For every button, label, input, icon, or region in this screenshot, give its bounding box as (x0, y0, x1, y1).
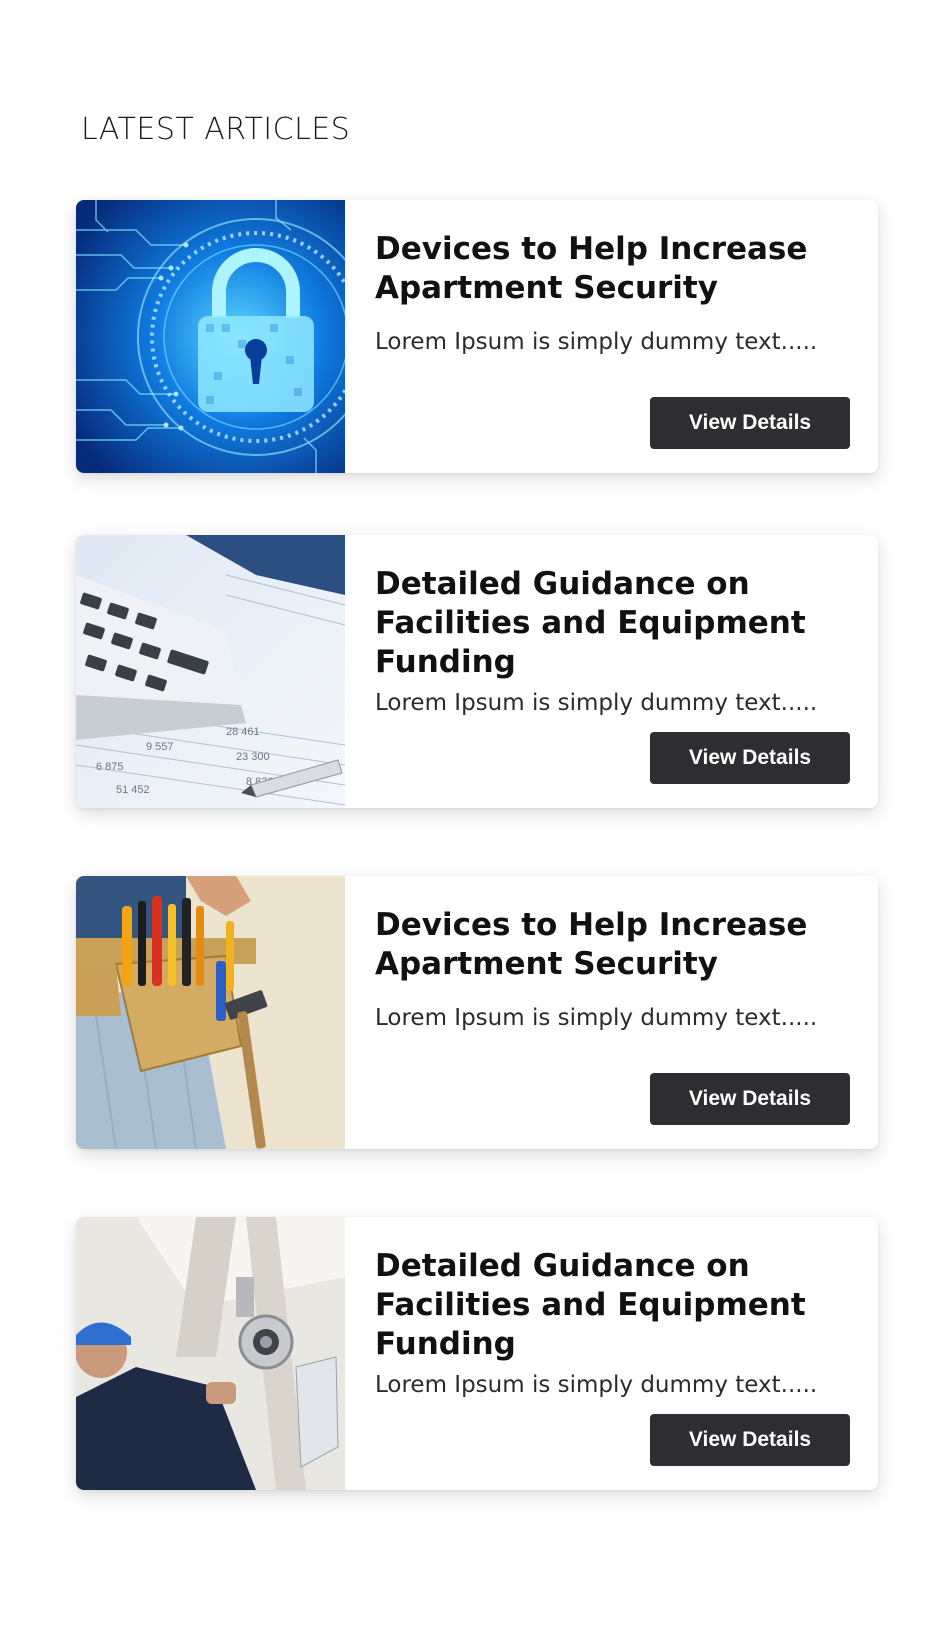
view-details-button[interactable]: View Details (650, 1414, 850, 1466)
article-card[interactable]: Detailed Guidance on Facilities and Equi… (76, 1217, 878, 1490)
article-title[interactable]: Devices to Help Increase Apartment Secur… (375, 230, 850, 308)
calculator-spreadsheet-image: 28 461 23 300 8 836 6 875 51 452 9 557 (76, 535, 345, 808)
section-title: LATEST ARTICLES (81, 112, 351, 147)
tool-belt-image (76, 876, 345, 1149)
view-details-button[interactable]: View Details (650, 1073, 850, 1125)
article-card[interactable]: Devices to Help Increase Apartment Secur… (76, 876, 878, 1149)
svg-text:23 300: 23 300 (236, 751, 270, 763)
svg-text:28 461: 28 461 (226, 726, 260, 738)
article-card[interactable]: 28 461 23 300 8 836 6 875 51 452 9 557 D… (76, 535, 878, 808)
article-body: Devices to Help Increase Apartment Secur… (375, 876, 850, 1149)
article-excerpt: Lorem Ipsum is simply dummy text..... (375, 1005, 818, 1031)
article-body: Detailed Guidance on Facilities and Equi… (375, 535, 850, 808)
article-card[interactable]: Devices to Help Increase Apartment Secur… (76, 200, 878, 473)
digital-padlock-image (76, 200, 345, 473)
article-body: Devices to Help Increase Apartment Secur… (375, 200, 850, 473)
article-title[interactable]: Detailed Guidance on Facilities and Equi… (375, 565, 850, 682)
article-title[interactable]: Detailed Guidance on Facilities and Equi… (375, 1247, 850, 1364)
article-excerpt: Lorem Ipsum is simply dummy text..... (375, 690, 818, 716)
article-image-technician[interactable] (76, 1217, 345, 1490)
svg-text:6 875: 6 875 (96, 761, 124, 773)
article-excerpt: Lorem Ipsum is simply dummy text..... (375, 1372, 818, 1398)
article-title[interactable]: Devices to Help Increase Apartment Secur… (375, 906, 850, 984)
article-body: Detailed Guidance on Facilities and Equi… (375, 1217, 850, 1490)
technician-cctv-camera-image (76, 1217, 345, 1490)
view-details-button[interactable]: View Details (650, 732, 850, 784)
article-image-toolbelt[interactable] (76, 876, 345, 1149)
article-image-calculator[interactable]: 28 461 23 300 8 836 6 875 51 452 9 557 (76, 535, 345, 808)
view-details-button[interactable]: View Details (650, 397, 850, 449)
article-excerpt: Lorem Ipsum is simply dummy text..... (375, 329, 818, 355)
svg-text:51 452: 51 452 (116, 784, 150, 796)
svg-text:9 557: 9 557 (146, 741, 174, 753)
article-image-padlock[interactable] (76, 200, 345, 473)
